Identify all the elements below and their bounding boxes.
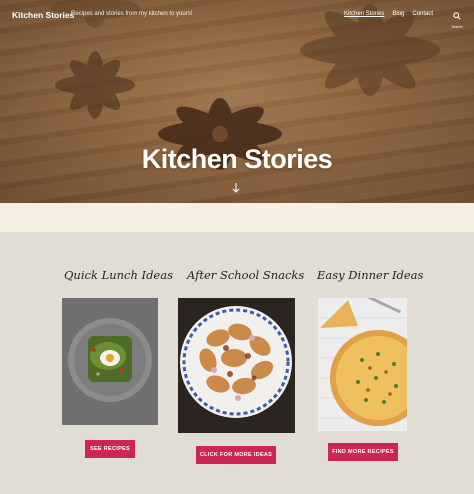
hero-cover: Kitchen Stories Recipes and stories from… <box>0 0 474 203</box>
nav-item-kitchen-stories[interactable]: Kitchen Stories <box>344 11 384 17</box>
card-title-after-school: After School Snacks <box>187 268 305 282</box>
avocado-toast-image <box>62 298 158 425</box>
click-for-more-ideas-button[interactable]: CLICK FOR MORE IDEAS <box>196 446 276 464</box>
primary-nav: Kitchen Stories Blog Contact <box>344 11 433 17</box>
nav-item-contact[interactable]: Contact <box>412 11 433 17</box>
croissant-platter-image <box>178 298 295 433</box>
nav-item-blog[interactable]: Blog <box>392 11 404 17</box>
site-description: Recipes and stories from my kitchen to y… <box>71 11 193 17</box>
site-title[interactable]: Kitchen Stories <box>12 10 74 20</box>
card-title-quick-lunch: Quick Lunch Ideas <box>64 268 173 282</box>
search-icon <box>453 12 461 22</box>
see-recipes-button[interactable]: SEE RECIPES <box>85 440 135 458</box>
card-title-easy-dinner: Easy Dinner Ideas <box>317 268 424 282</box>
pizza-image <box>318 298 407 431</box>
arrow-down-icon[interactable] <box>229 183 243 196</box>
search-toggle[interactable]: Search <box>449 7 465 29</box>
separator-band <box>0 203 474 232</box>
search-label: Search <box>451 25 463 29</box>
find-more-recipes-button[interactable]: FIND MORE RECIPES <box>328 443 398 461</box>
hero-title: Kitchen Stories <box>141 144 333 174</box>
